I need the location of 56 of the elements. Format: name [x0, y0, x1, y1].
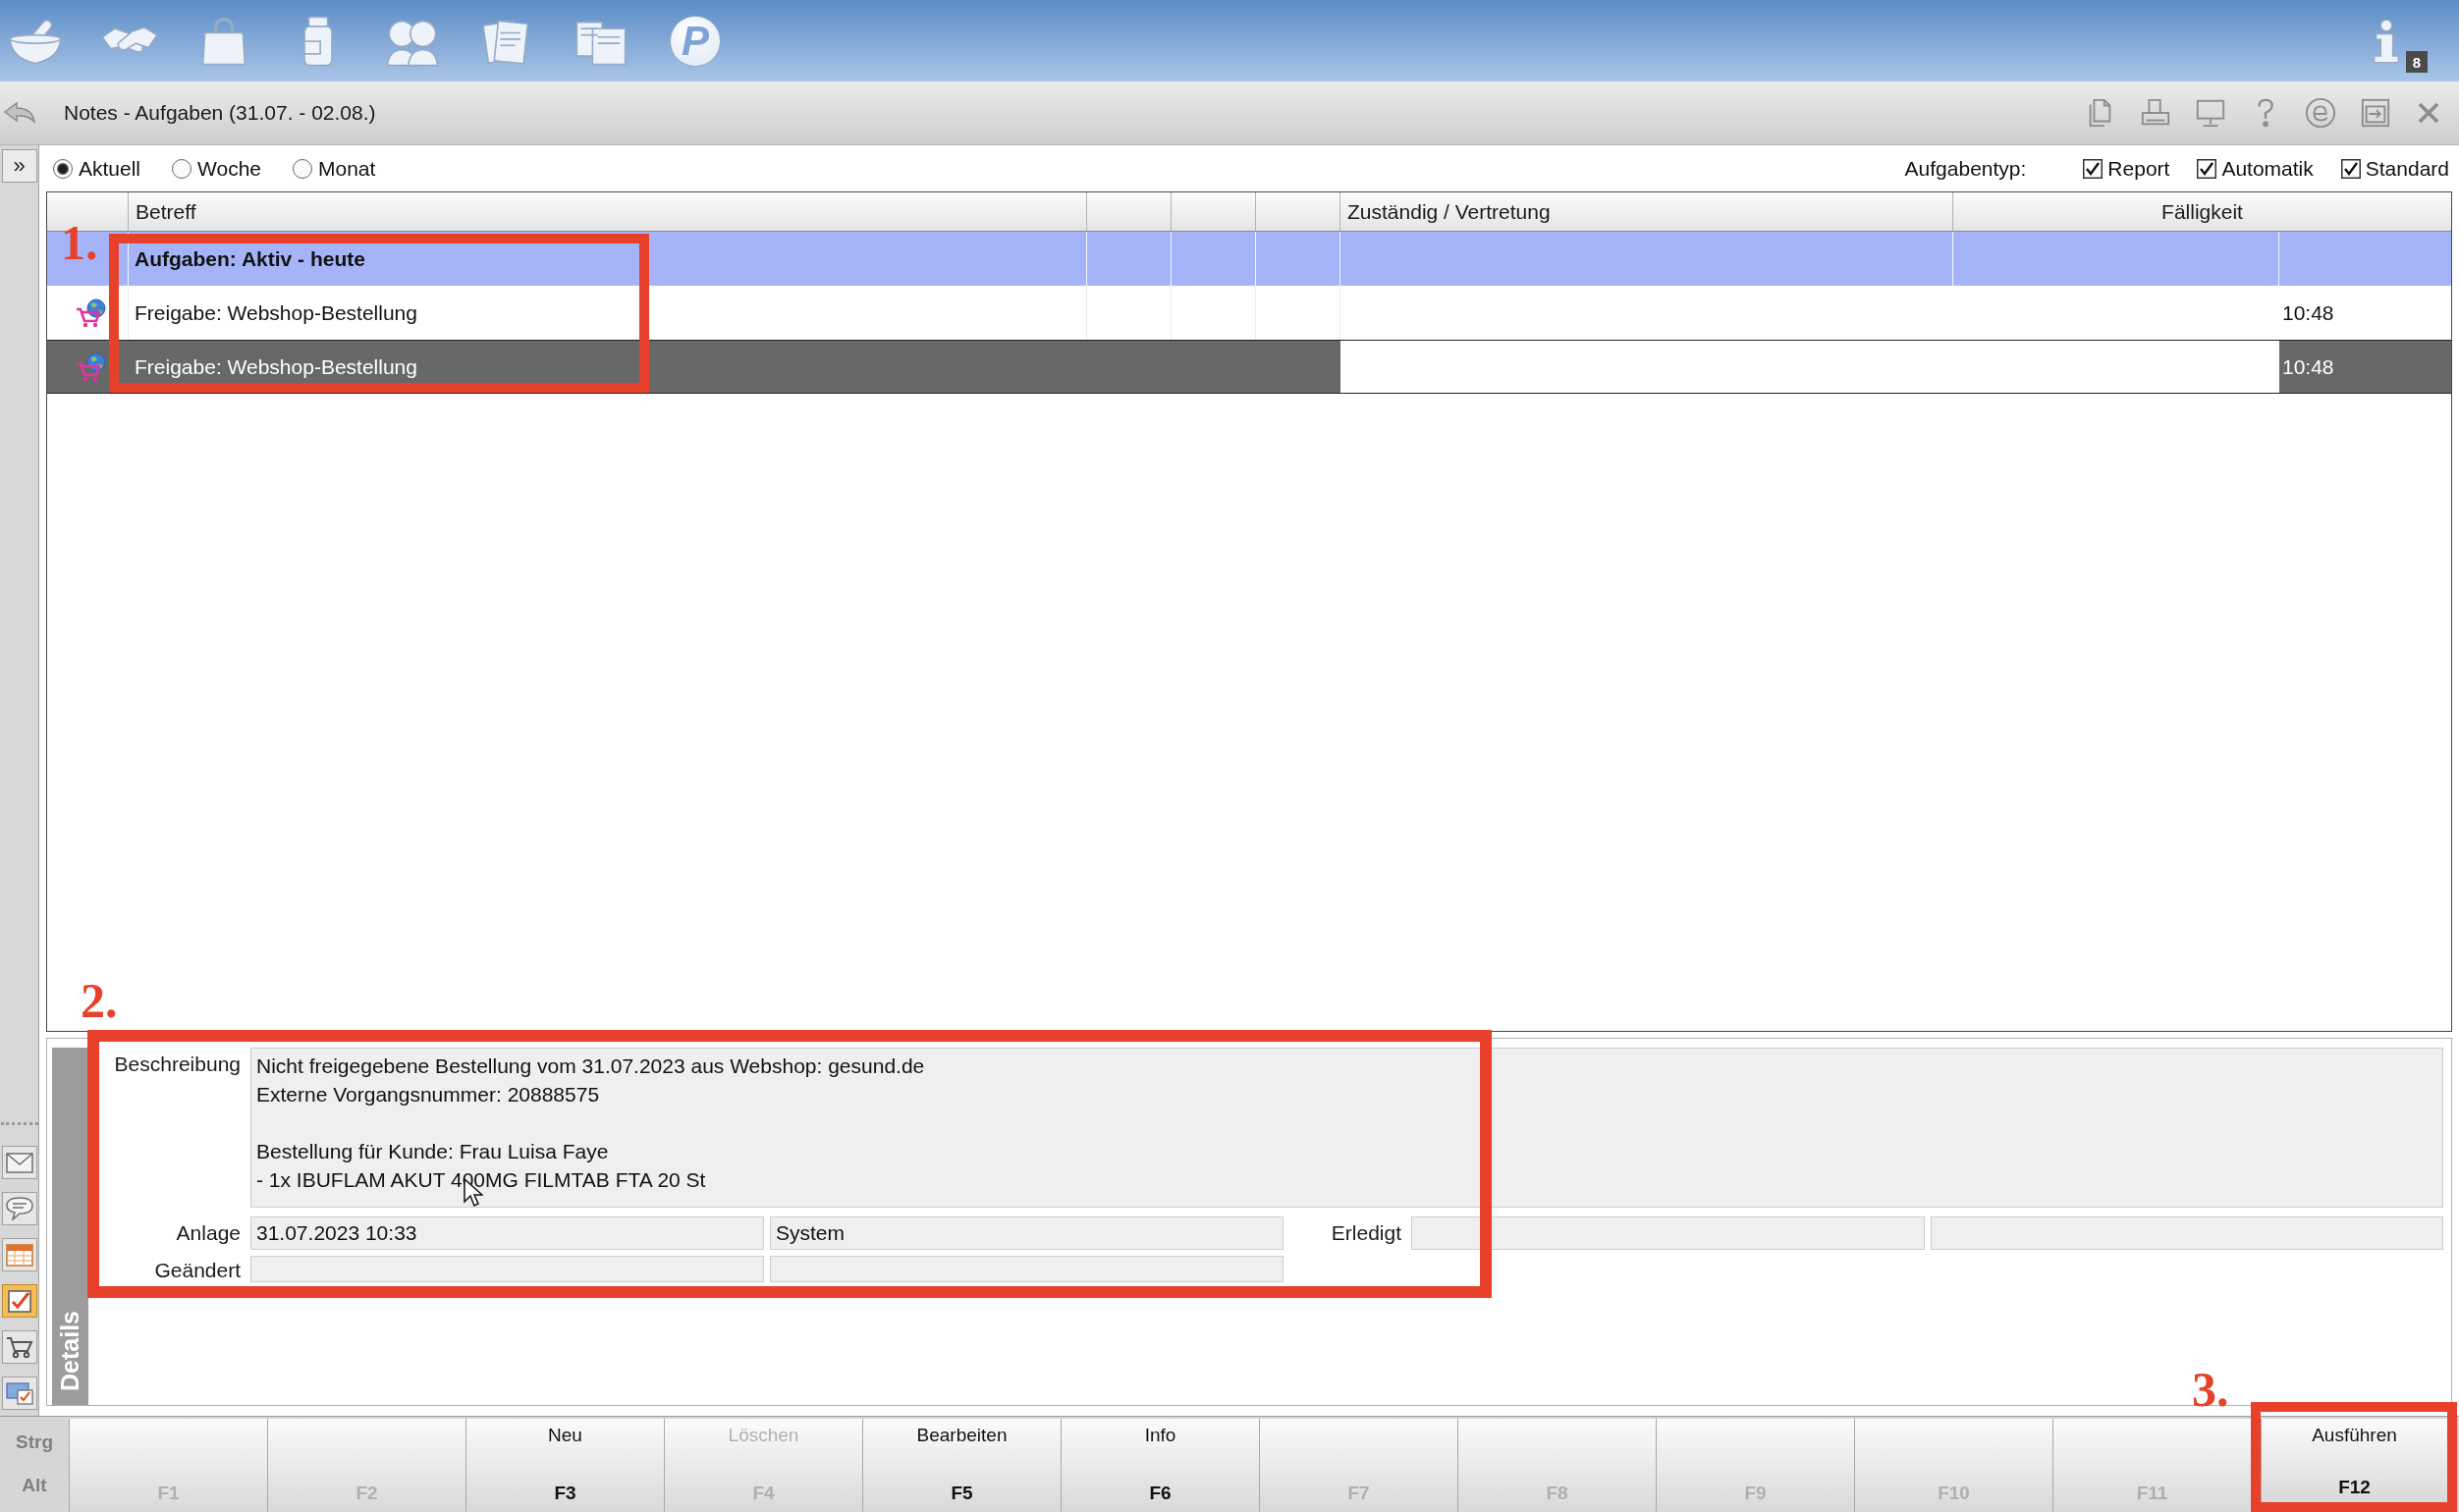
exit-box-icon[interactable]: [2360, 97, 2391, 129]
field-label: Erledigt: [1330, 1221, 1402, 1245]
column-header[interactable]: Fälligkeit: [1953, 192, 2451, 231]
monitor-icon[interactable]: [2195, 97, 2226, 129]
count-badge: 8: [2406, 51, 2428, 73]
column-header[interactable]: Betreff: [129, 192, 1087, 231]
function-key-button[interactable]: Ausführen F12: [2261, 1419, 2447, 1502]
checklist-icon: [5, 1289, 33, 1313]
period-radio[interactable]: Woche: [172, 156, 261, 181]
calendar-icon: [5, 1243, 33, 1267]
modifier-label: Strg: [16, 1431, 53, 1453]
period-radio[interactable]: Monat: [293, 156, 376, 181]
expand-button[interactable]: »: [1, 149, 37, 183]
step-number: 3.: [2192, 1365, 2229, 1414]
description-field[interactable]: Nicht freigegebene Bestellung vom 31.07.2023 aus Webshop: gesund.de Externe Vorgangsnummer: 20888575 Bestellung für Kunde: Frau Luisa Faye - 1x IBUFLAM AKUT 400MG FILMTAB FTA 20 St: [250, 1048, 2443, 1208]
sidebar-button[interactable]: [1, 1238, 37, 1271]
modifier-label: Alt: [22, 1475, 47, 1496]
group-title: Aufgaben: Aktiv - heute: [134, 246, 365, 271]
mail-icon: [5, 1151, 33, 1174]
task-type-label: Aufgabentyp:: [1904, 156, 2027, 181]
sidebar-button[interactable]: [1, 1377, 37, 1410]
step-number: 2.: [81, 976, 118, 1025]
task-type-checkbox[interactable]: Report: [2083, 156, 2170, 181]
task-type-checkbox[interactable]: Standard: [2340, 156, 2449, 181]
function-key-button[interactable]: Bearbeiten F5: [862, 1419, 1061, 1512]
task-type-checkbox[interactable]: Automatik: [2197, 156, 2314, 181]
field-label: Geändert: [153, 1258, 242, 1283]
cart-globe-icon: [76, 297, 107, 328]
cart-globe-icon: [76, 351, 107, 382]
completed-by-field[interactable]: [1931, 1216, 2443, 1250]
window-title: Notes - Aufgaben (31.07. - 02.08.): [64, 101, 376, 125]
changed-date-field[interactable]: [250, 1256, 764, 1282]
subject-cell-text: Freigabe: Webshop-Bestellung: [134, 300, 417, 325]
sidebar-button[interactable]: [1, 1284, 37, 1318]
created-by-field[interactable]: System: [770, 1216, 1284, 1250]
due-time-cell-text: 10:48: [2281, 300, 2334, 325]
cart-icon: [5, 1335, 33, 1359]
task-row[interactable]: Freigabe: Webshop-Bestellung 10:48: [47, 340, 2451, 394]
sidebar-button[interactable]: [1, 1192, 37, 1225]
sidebar-button[interactable]: [1, 1330, 37, 1364]
due-time-cell-text: 10:48: [2281, 354, 2334, 379]
period-radio[interactable]: Aktuell: [53, 156, 141, 181]
field-label: Beschreibung: [113, 1052, 242, 1076]
speech-bubble-icon: [5, 1197, 33, 1220]
function-key-button[interactable]: Info F6: [1061, 1419, 1259, 1512]
circled-e-icon[interactable]: [2305, 97, 2336, 129]
subject-cell-text: Freigabe: Webshop-Bestellung: [134, 354, 417, 379]
column-header[interactable]: Zuständig / Vertretung: [1340, 192, 1953, 231]
field-label: Anlage: [175, 1221, 242, 1245]
completed-date-field[interactable]: [1411, 1216, 1925, 1250]
sidebar-button[interactable]: [1, 1146, 37, 1179]
created-date-field[interactable]: 31.07.2023 10:33: [250, 1216, 764, 1250]
function-key-button[interactable]: Neu F3: [465, 1419, 664, 1512]
back-arrow-icon[interactable]: [3, 100, 36, 126]
changed-by-field[interactable]: [770, 1256, 1284, 1282]
screen-checklist-icon: [5, 1381, 33, 1405]
